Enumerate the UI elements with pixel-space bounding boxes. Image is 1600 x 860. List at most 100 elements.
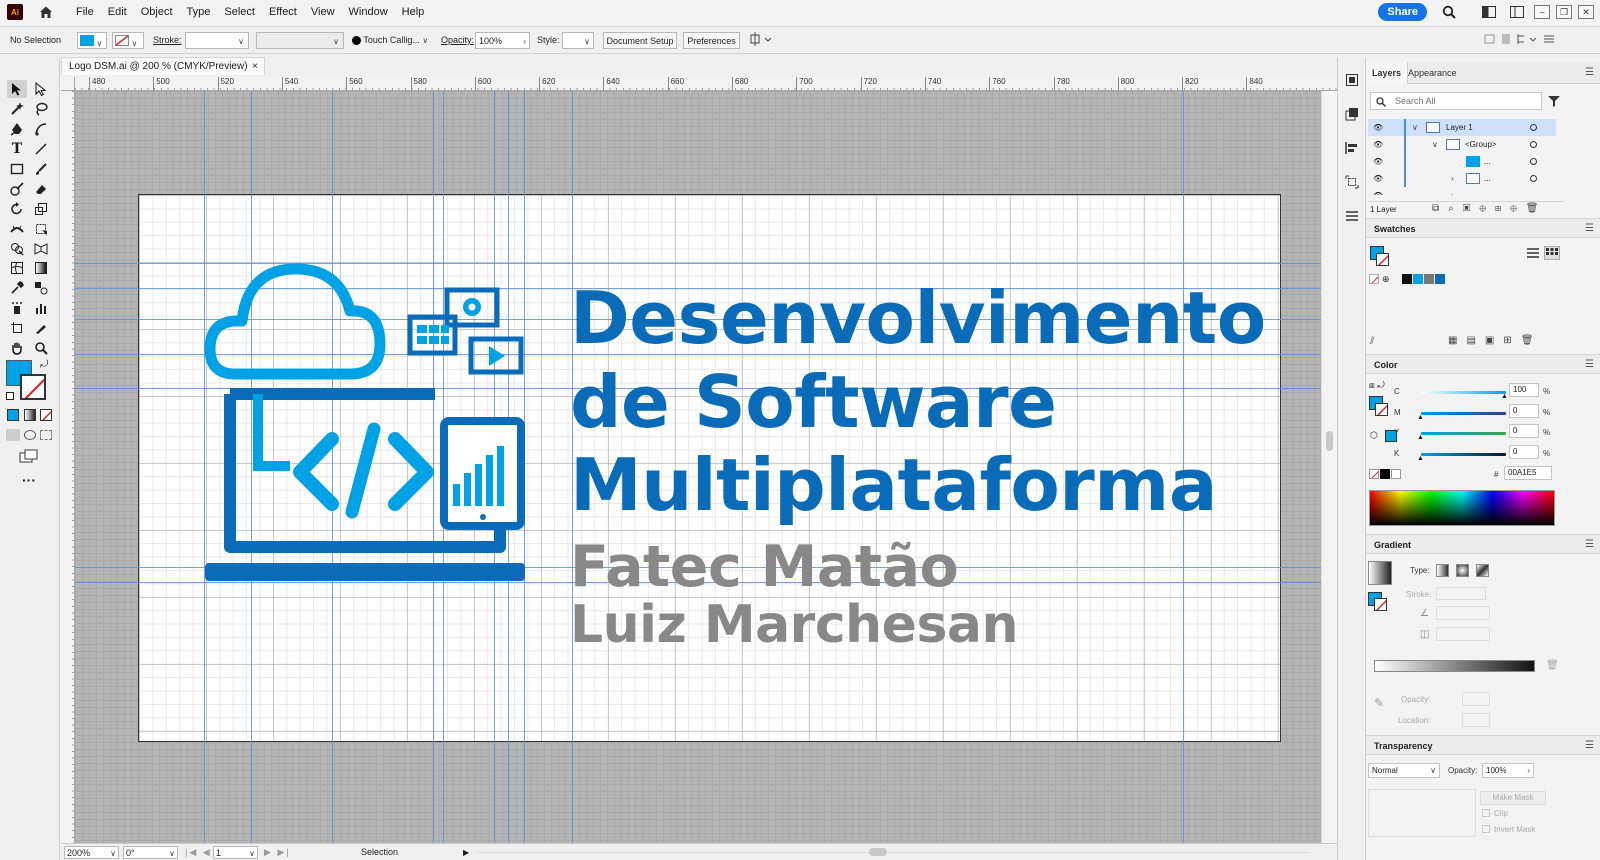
menu-view[interactable]: View: [304, 0, 342, 24]
current-tool-status[interactable]: Selection: [361, 846, 398, 859]
gradient-aspect-input[interactable]: [1436, 627, 1490, 641]
delete-stop-icon[interactable]: 🗑: [1546, 660, 1559, 671]
blend-mode-dropdown[interactable]: Normal ∨: [1368, 763, 1440, 778]
swatch-stroke[interactable]: [1376, 253, 1389, 266]
column-graph-tool-icon[interactable]: [31, 299, 51, 317]
menu-edit[interactable]: Edit: [101, 0, 134, 24]
logo-line-desenvolvimento[interactable]: Desenvolvimento: [570, 273, 1266, 363]
stroke-color-swatch[interactable]: [20, 374, 46, 400]
swap-fill-stroke-icon[interactable]: ⤾: [40, 359, 48, 370]
panel-menu-icon[interactable]: ☰: [1585, 355, 1594, 375]
channel-k-input[interactable]: 0: [1509, 445, 1539, 459]
target-icon[interactable]: [1530, 124, 1537, 131]
list-view-icon[interactable]: [1527, 248, 1539, 261]
color-panel-header[interactable]: Color ☰: [1366, 354, 1600, 374]
menu-select[interactable]: Select: [217, 0, 262, 24]
rotation-field[interactable]: 0° ∨: [123, 846, 178, 859]
layer-row[interactable]: 👁 ...: [1368, 153, 1556, 170]
stroke-weight-field[interactable]: ∨: [185, 32, 249, 49]
direct-selection-tool-icon[interactable]: [31, 80, 51, 98]
rectangle-tool-icon[interactable]: [7, 160, 27, 178]
target-icon[interactable]: [1530, 141, 1537, 148]
chevron-right-icon[interactable]: ›: [1451, 170, 1454, 187]
slider-handle-icon[interactable]: ▲: [1501, 393, 1508, 400]
pen-tool-icon[interactable]: [7, 120, 27, 138]
variable-width-dropdown[interactable]: ∨: [256, 32, 344, 49]
default-colors-icon[interactable]: [6, 392, 14, 400]
clip-checkbox[interactable]: [1482, 809, 1490, 817]
symbol-sprayer-tool-icon[interactable]: [7, 299, 27, 317]
home-icon[interactable]: [37, 3, 55, 21]
none-mode-icon[interactable]: [40, 409, 52, 421]
layer-name[interactable]: <Group>: [1465, 136, 1497, 153]
vertical-scrollbar[interactable]: [1321, 91, 1337, 843]
document-tab[interactable]: Logo DSM.ai @ 200 % (CMYK/Preview) ×: [61, 57, 265, 75]
layer-row[interactable]: 👁 ∨ <Group>: [1368, 136, 1556, 153]
canvas-area[interactable]: Desenvolvimento de Software Multiplatafo…: [75, 91, 1337, 843]
eyedropper-tool-icon[interactable]: [7, 279, 27, 297]
layers-search-box[interactable]: [1370, 92, 1542, 110]
panel-menu-icon[interactable]: ☰: [1585, 219, 1594, 239]
preferences-button[interactable]: Preferences: [683, 32, 740, 49]
channel-m-input[interactable]: 0: [1509, 404, 1539, 418]
gradient-location-input[interactable]: [1462, 713, 1490, 727]
gradient-slider[interactable]: [1374, 660, 1535, 672]
scale-tool-icon[interactable]: [31, 200, 51, 218]
gradient-angle-input[interactable]: [1436, 606, 1490, 620]
close-window-button[interactable]: ✕: [1578, 5, 1594, 19]
ruler-origin[interactable]: [61, 77, 75, 91]
stroke-gradient-options[interactable]: [1436, 587, 1486, 600]
workspace-icon[interactable]: [1509, 4, 1525, 20]
horizontal-ruler[interactable]: 480 500 520 540 560 580 600 620 640 660 680 700 720 7…: [75, 77, 1337, 91]
layer-name[interactable]: ...: [1484, 187, 1491, 195]
edit-toolbar-icon[interactable]: ···: [22, 472, 36, 488]
draw-behind-icon[interactable]: [24, 430, 36, 440]
grid-view-icon[interactable]: [1544, 246, 1560, 260]
eraser-tool-icon[interactable]: [31, 180, 51, 198]
minimize-button[interactable]: –: [1534, 5, 1550, 19]
screen-mode-icon[interactable]: [19, 449, 39, 466]
layer-name[interactable]: ...: [1484, 153, 1491, 170]
paintbrush-tool-icon[interactable]: [31, 160, 51, 178]
menu-object[interactable]: Object: [134, 0, 180, 24]
hex-input[interactable]: 00A1E5: [1504, 466, 1552, 480]
shaper-tool-icon[interactable]: [7, 180, 27, 198]
horizontal-scroll-thumb[interactable]: [869, 848, 887, 856]
free-transform-tool-icon[interactable]: [31, 220, 51, 238]
invert-mask-checkbox[interactable]: [1482, 825, 1490, 833]
brush-dropdown[interactable]: Touch Callig... ∨: [352, 32, 428, 49]
shape-builder-tool-icon[interactable]: [7, 240, 27, 258]
color-mode-icon[interactable]: [7, 409, 19, 421]
draw-normal-icon[interactable]: [6, 429, 20, 441]
opacity-label[interactable]: Opacity:: [441, 32, 474, 49]
style-dropdown[interactable]: ∨: [562, 32, 594, 49]
zoom-field[interactable]: 200% ∨: [64, 846, 119, 859]
menu-window[interactable]: Window: [342, 0, 395, 24]
gradient-mode-icon[interactable]: [24, 409, 36, 421]
channel-y-input[interactable]: 0: [1509, 424, 1539, 438]
chevron-down-icon[interactable]: ∨: [1432, 136, 1438, 153]
stroke-color-dropdown[interactable]: ∨: [112, 32, 144, 49]
curvature-tool-icon[interactable]: [31, 120, 51, 138]
linear-gradient-icon[interactable]: [1436, 564, 1449, 577]
layers-search-input[interactable]: [1393, 94, 1538, 108]
magic-wand-tool-icon[interactable]: [7, 100, 27, 118]
selection-tool-icon[interactable]: [7, 80, 27, 98]
arrange-icon[interactable]: [750, 32, 772, 49]
chevron-down-icon[interactable]: ∨: [1412, 119, 1418, 136]
visibility-eye-icon[interactable]: 👁: [1373, 136, 1383, 153]
channel-k-slider[interactable]: [1421, 453, 1506, 456]
color-spectrum[interactable]: [1369, 490, 1555, 526]
align-panel-icon[interactable]: [1345, 141, 1359, 158]
swatch-dark-blue[interactable]: [1435, 274, 1445, 284]
logo-line-luiz-marchesan[interactable]: Luiz Marchesan: [570, 593, 1019, 657]
default-colors-small-icon[interactable]: ⧈ ⤾: [1369, 380, 1385, 391]
perspective-grid-tool-icon[interactable]: [31, 240, 51, 258]
share-button[interactable]: Share: [1378, 3, 1427, 21]
artboard-tool-icon[interactable]: [7, 319, 27, 337]
color-stroke-box[interactable]: [1375, 403, 1388, 416]
mesh-tool-icon[interactable]: [7, 259, 27, 277]
channel-m-slider[interactable]: [1421, 412, 1506, 415]
color-black-box[interactable]: [1380, 469, 1390, 479]
menu-effect[interactable]: Effect: [262, 0, 304, 24]
